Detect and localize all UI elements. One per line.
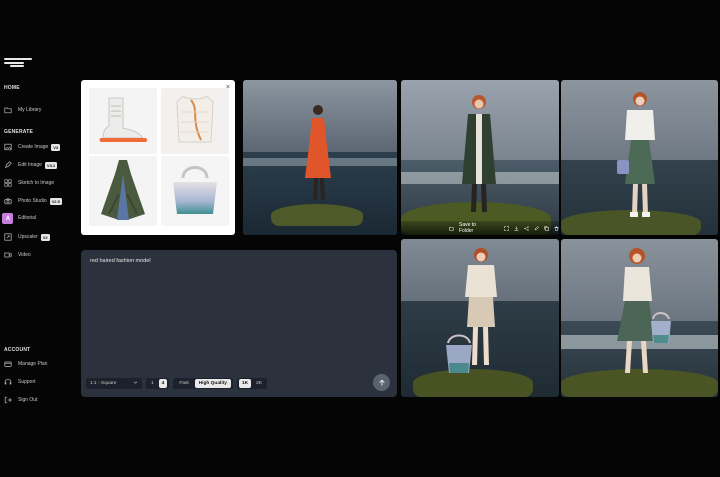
generated-image-4[interactable] <box>401 239 559 397</box>
generated-image-5[interactable] <box>561 239 718 397</box>
sidebar-item-label: Video <box>18 252 31 258</box>
sidebar-item-label: Photo Studio <box>18 198 47 204</box>
generated-image-3[interactable] <box>561 80 718 235</box>
video-icon <box>3 251 12 260</box>
arrow-up-icon <box>378 374 386 392</box>
app-window: HOME My Library GENERATE Create Image V3… <box>0 0 720 477</box>
chevron-down-icon <box>133 380 138 387</box>
delete-icon[interactable] <box>554 225 559 231</box>
reference-image-boot[interactable] <box>89 88 157 154</box>
share-icon[interactable] <box>524 225 529 231</box>
sidebar-item-label: Create Image <box>18 144 49 150</box>
sidebar-item-label: Sign Out <box>18 397 38 403</box>
section-generate: GENERATE <box>4 129 34 135</box>
editorial-icon <box>2 212 13 224</box>
copy-icon[interactable] <box>544 225 549 231</box>
prompt-panel: red haired fashion model 1:1 - Square 1 … <box>81 250 397 397</box>
sidebar-item-sketch-to-image[interactable]: Sketch to Image <box>3 177 73 189</box>
sidebar-item-editorial[interactable]: Editorial <box>2 212 73 224</box>
quality-toggle: Fast High Quality <box>173 377 233 389</box>
upscale-icon <box>3 233 12 242</box>
sidebar: HOME My Library GENERATE Create Image V3… <box>0 80 78 410</box>
resolution-1k[interactable]: 1K <box>238 378 252 388</box>
sidebar-item-label: Editorial <box>18 215 37 221</box>
sidebar-item-sign-out[interactable]: Sign Out <box>3 394 73 406</box>
camera-icon <box>3 197 12 206</box>
resolution-2k[interactable]: 2K <box>253 379 265 388</box>
sidebar-item-support[interactable]: Support <box>3 376 73 388</box>
save-to-folder-button[interactable]: Save to Folder <box>459 222 485 234</box>
sidebar-item-label: Manage Plan <box>18 361 48 367</box>
version-badge: V2.5 <box>49 197 62 205</box>
prompt-input[interactable]: red haired fashion model <box>90 258 151 264</box>
expand-icon[interactable] <box>504 225 509 231</box>
generate-button[interactable] <box>373 374 390 391</box>
folder-icon <box>449 226 454 231</box>
pencil-icon <box>3 161 12 170</box>
sidebar-item-label: Sketch to Image <box>18 180 55 186</box>
generated-image-2[interactable]: Save to Folder <box>401 80 559 235</box>
quality-fast[interactable]: Fast <box>175 379 192 388</box>
aspect-ratio-select[interactable]: 1:1 - Square <box>86 377 142 389</box>
download-icon[interactable] <box>514 226 519 231</box>
image-count-toggle: 1 4 <box>146 377 170 389</box>
grid-icon <box>3 179 12 188</box>
sidebar-item-label: Upscaler <box>18 234 38 240</box>
reference-image-coat[interactable] <box>89 156 157 226</box>
image-icon <box>3 143 12 152</box>
version-badge: V3 <box>51 143 61 151</box>
sidebar-item-label: My Library <box>18 107 42 113</box>
quality-high[interactable]: High Quality <box>194 378 231 388</box>
reference-images-panel: × <box>81 80 235 235</box>
version-badge: V2 <box>40 233 50 241</box>
section-account: ACCOUNT <box>4 347 31 353</box>
section-home: HOME <box>4 85 20 91</box>
sidebar-item-my-library[interactable]: My Library <box>3 104 73 116</box>
aspect-ratio-value: 1:1 - Square <box>90 380 117 386</box>
signout-icon <box>3 396 12 405</box>
count-option-1[interactable]: 1 <box>148 379 157 388</box>
version-badge: V3.1 <box>44 161 58 169</box>
sidebar-item-label: Edit Image <box>18 162 42 168</box>
sidebar-item-edit-image[interactable]: Edit Image V3.1 <box>3 159 73 171</box>
card-icon <box>3 360 12 369</box>
edit-icon[interactable] <box>534 225 539 231</box>
support-icon <box>3 378 12 387</box>
sidebar-item-upscaler[interactable]: Upscaler V2 <box>3 231 73 243</box>
folder-icon <box>3 106 12 115</box>
reference-image-vest[interactable] <box>161 88 229 154</box>
sidebar-item-create-image[interactable]: Create Image V3 <box>3 141 73 153</box>
image-action-bar: Save to Folder <box>401 221 559 235</box>
sidebar-item-video[interactable]: Video <box>3 249 73 261</box>
sidebar-item-manage-plan[interactable]: Manage Plan <box>3 358 73 370</box>
generation-controls: 1:1 - Square 1 4 Fast High Quality 1K 2K <box>86 377 267 389</box>
brand-logo[interactable] <box>4 58 34 68</box>
sidebar-item-photo-studio[interactable]: Photo Studio V2.5 <box>3 195 73 207</box>
generated-image-1[interactable] <box>243 80 397 235</box>
resolution-toggle: 1K 2K <box>236 377 267 389</box>
sidebar-item-label: Support <box>18 379 36 385</box>
reference-image-bag[interactable] <box>161 156 229 226</box>
count-option-4[interactable]: 4 <box>158 378 168 388</box>
